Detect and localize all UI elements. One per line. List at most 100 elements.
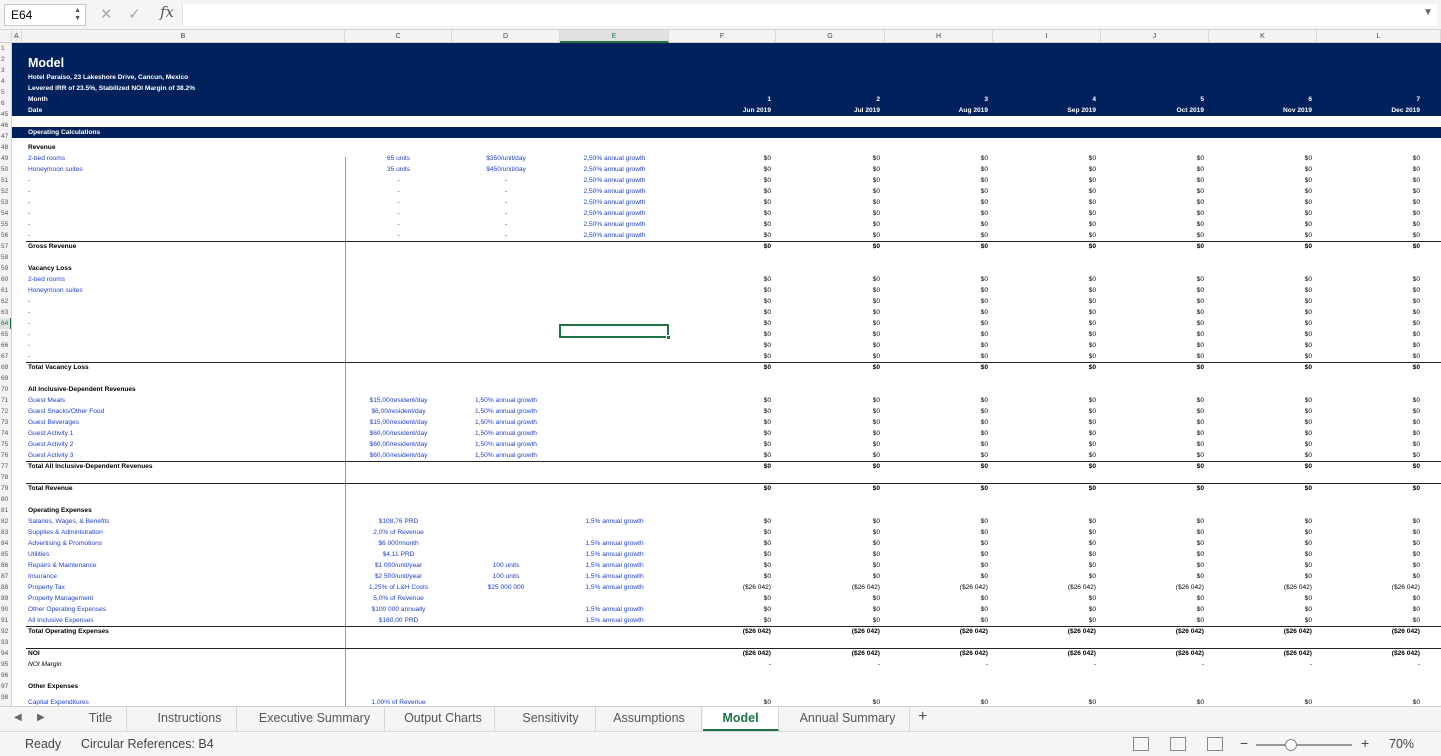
row-header[interactable]: 72 [0, 406, 11, 417]
row-header[interactable]: 97 [0, 681, 11, 692]
col-header-h[interactable]: H [885, 30, 993, 43]
row-header[interactable]: 67 [0, 351, 11, 362]
row-header[interactable]: 55 [0, 219, 11, 230]
row-header[interactable]: 90 [0, 604, 11, 615]
tab-title[interactable]: Title [75, 707, 127, 731]
name-box-stepper-icon[interactable]: ▲ ▼ [74, 7, 81, 23]
row-header[interactable]: 66 [0, 340, 11, 351]
row-header[interactable]: 4 [0, 76, 11, 87]
next-sheet-icon[interactable]: ▶ [37, 712, 45, 723]
row-header[interactable]: 61 [0, 285, 11, 296]
col-header-f[interactable]: F [669, 30, 776, 43]
row-header[interactable]: 50 [0, 164, 11, 175]
col-header-d[interactable]: D [452, 30, 560, 43]
page-layout-view-icon[interactable] [1170, 737, 1186, 751]
row-header[interactable]: 63 [0, 307, 11, 318]
row-header[interactable]: 54 [0, 208, 11, 219]
row-header[interactable]: 45 [0, 109, 11, 120]
row-header[interactable]: 79 [0, 483, 11, 494]
row-header[interactable]: 2 [0, 54, 11, 65]
row-header[interactable]: 94 [0, 648, 11, 659]
row-header[interactable]: 47 [0, 131, 11, 142]
col-header-g[interactable]: G [776, 30, 885, 43]
prev-sheet-icon[interactable]: ◀ [14, 712, 22, 723]
row-header[interactable]: 5 [0, 87, 11, 98]
row-header[interactable]: 62 [0, 296, 11, 307]
row-header[interactable]: 51 [0, 175, 11, 186]
spreadsheet-grid[interactable]: Model Hotel Paraíso, 23 Lakeshore Drive,… [12, 43, 1441, 706]
row-header[interactable]: 46 [0, 120, 11, 131]
row-header[interactable]: 64 [0, 318, 11, 329]
row-header[interactable]: 87 [0, 571, 11, 582]
row-header[interactable]: 60 [0, 274, 11, 285]
col-header-c[interactable]: C [345, 30, 452, 43]
row-header[interactable]: 59 [0, 263, 11, 274]
row-header[interactable]: 82 [0, 516, 11, 527]
fill-handle[interactable] [666, 335, 671, 340]
row-header[interactable]: 88 [0, 582, 11, 593]
tab-sensitivity[interactable]: Sensitivity [506, 707, 596, 731]
enter-check-icon[interactable]: ✓ [128, 5, 141, 23]
row-header[interactable]: 91 [0, 615, 11, 626]
col-header-i[interactable]: I [993, 30, 1101, 43]
select-all-corner[interactable] [0, 30, 12, 43]
row-header[interactable]: 86 [0, 560, 11, 571]
row-header[interactable]: 69 [0, 373, 11, 384]
zoom-in-button[interactable]: + [1361, 735, 1369, 751]
row-header[interactable]: 84 [0, 538, 11, 549]
row-header[interactable]: 1 [0, 43, 11, 54]
row-header[interactable]: 53 [0, 197, 11, 208]
col-header-b[interactable]: B [22, 30, 345, 43]
row-header[interactable]: 68 [0, 362, 11, 373]
row-header[interactable]: 89 [0, 593, 11, 604]
col-header-j[interactable]: J [1101, 30, 1209, 43]
tab-model[interactable]: Model [703, 707, 779, 731]
row-header[interactable]: 3 [0, 65, 11, 76]
row-header[interactable]: 75 [0, 439, 11, 450]
col-header-e[interactable]: E [560, 30, 669, 43]
row-header[interactable]: 57 [0, 241, 11, 252]
row-header[interactable]: 70 [0, 384, 11, 395]
row-header[interactable]: 98 [0, 692, 11, 703]
row-header[interactable]: 73 [0, 417, 11, 428]
insert-function-icon[interactable]: fx [160, 3, 174, 21]
zoom-slider-knob[interactable] [1285, 739, 1297, 751]
col-header-a[interactable]: A [12, 30, 22, 43]
selected-cell-e64[interactable] [559, 324, 671, 340]
row-header[interactable]: 81 [0, 505, 11, 516]
formula-expand-icon[interactable]: ▼ [1423, 7, 1433, 18]
normal-view-icon[interactable] [1133, 737, 1149, 751]
row-header[interactable]: 92 [0, 626, 11, 637]
row-header[interactable]: 78 [0, 472, 11, 483]
tab-output-charts[interactable]: Output Charts [392, 707, 495, 731]
row-header[interactable]: 6 [0, 98, 11, 109]
row-header[interactable]: 85 [0, 549, 11, 560]
cancel-icon[interactable]: ✕ [100, 5, 113, 23]
name-box[interactable]: E64 ▲ ▼ [4, 4, 86, 26]
row-header[interactable]: 52 [0, 186, 11, 197]
zoom-out-button[interactable]: − [1240, 735, 1248, 751]
page-break-view-icon[interactable] [1207, 737, 1223, 751]
tab-annual-summary[interactable]: Annual Summary [786, 707, 910, 731]
row-header[interactable]: 95 [0, 659, 11, 670]
row-header[interactable]: 58 [0, 252, 11, 263]
row-header[interactable]: 77 [0, 461, 11, 472]
tab-executive-summary[interactable]: Executive Summary [245, 707, 385, 731]
tab-assumptions[interactable]: Assumptions [597, 707, 702, 731]
row-header[interactable]: 76 [0, 450, 11, 461]
zoom-slider[interactable] [1256, 744, 1352, 746]
row-header[interactable]: 49 [0, 153, 11, 164]
add-sheet-button[interactable]: + [918, 708, 927, 726]
row-header[interactable]: 96 [0, 670, 11, 681]
tab-instructions[interactable]: Instructions [143, 707, 237, 731]
row-header[interactable]: 93 [0, 637, 11, 648]
col-header-k[interactable]: K [1209, 30, 1317, 43]
formula-input[interactable] [182, 4, 1437, 26]
row-header[interactable]: 71 [0, 395, 11, 406]
row-header[interactable]: 83 [0, 527, 11, 538]
row-header[interactable]: 56 [0, 230, 11, 241]
row-header[interactable]: 48 [0, 142, 11, 153]
col-header-l[interactable]: L [1317, 30, 1441, 43]
row-header[interactable]: 74 [0, 428, 11, 439]
row-header[interactable]: 65 [0, 329, 11, 340]
